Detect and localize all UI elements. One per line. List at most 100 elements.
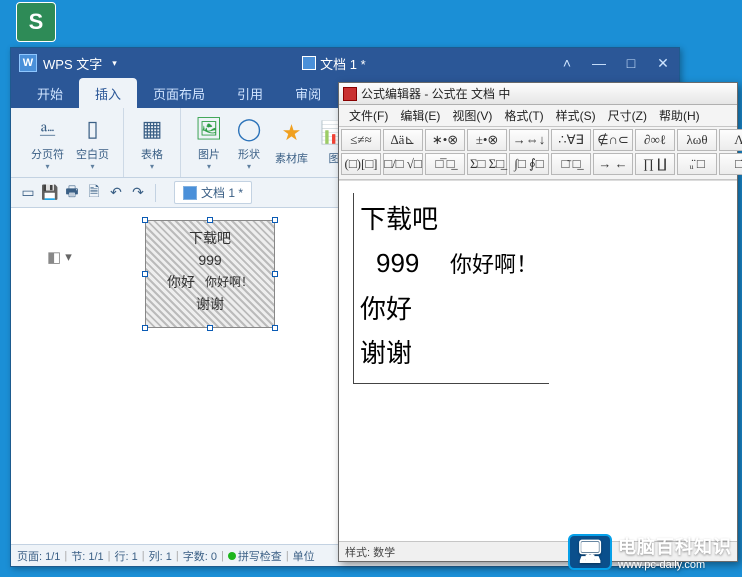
template-btn-sum[interactable]: Σ□ Σ□̲ [467,153,507,175]
shapes-icon: ◯ [235,115,263,143]
symbol-btn-spaces[interactable]: ∆ä⊾ [383,129,423,151]
template-btn-product[interactable]: ∏ ∐ [635,153,675,175]
menu-view[interactable]: 视图(V) [446,107,498,124]
status-line[interactable]: 行: 1 [115,548,138,564]
menu-style[interactable]: 样式(S) [550,107,602,124]
object-line2: 999 [146,249,274,271]
watermark-badge-icon: 🖥 [568,534,612,570]
template-btn-fraction[interactable]: □/□ √□ [383,153,423,175]
minimize-button[interactable]: — [583,48,615,78]
eq-line2-right: 你好啊！ [450,243,538,287]
symbol-btn-greek-lower[interactable]: λωθ [677,129,717,151]
ribbon-label: 素材库 [275,150,308,166]
save-button[interactable]: 💾 [41,184,59,202]
print-button[interactable]: 🖶 [63,184,81,202]
wps-app-menu-button[interactable]: W WPS 文字 ▾ [11,54,117,73]
document-tab[interactable]: 文档 1 * [174,181,252,204]
status-section[interactable]: 节: 1/1 [71,548,103,564]
template-btn-matrix[interactable]: ᵤ̈ □ [677,153,717,175]
wps-titlebar[interactable]: W WPS 文字 ▾ 文档 1 * ˄ — □ ✕ [11,48,679,78]
symbol-btn-arrows[interactable]: →⇔↓ [509,129,549,151]
eq-line4: 谢谢 [360,331,543,375]
status-unit[interactable]: 单位 [293,548,315,564]
symbol-btn-greek-upper[interactable]: Λ [719,129,742,151]
status-page[interactable]: 页面: 1/1 [17,548,60,564]
chevron-down-icon: ▾ [195,162,223,171]
undo-button[interactable]: ↶ [107,184,125,202]
close-button[interactable]: ✕ [647,48,679,78]
resize-handle-sw[interactable] [142,325,148,331]
document-icon [183,186,197,200]
symbol-btn-operators[interactable]: ±•⊗ [467,129,507,151]
menu-file[interactable]: 文件(F) [343,107,394,124]
watermark-url: www.pc-daily.com [618,559,732,571]
ribbon-label: 空白页 [76,146,109,162]
equation-object-content: 下载吧 999 你好 你好啊！ 谢谢 [146,221,274,315]
menu-format[interactable]: 格式(T) [498,107,549,124]
navigation-pane-toggle[interactable]: ◧ ▾ [47,248,72,266]
chevron-down-icon: ▾ [31,162,64,171]
menu-size[interactable]: 尺寸(Z) [602,107,653,124]
wps-title-document: 文档 1 * [117,54,551,73]
tab-insert[interactable]: 插入 [79,78,137,108]
picture-icon: 🖼 [195,115,223,143]
menu-help[interactable]: 帮助(H) [653,107,706,124]
resize-handle-s[interactable] [207,325,213,331]
maximize-button[interactable]: □ [615,48,647,78]
shapes-button[interactable]: ◯ 形状 ▾ [229,113,269,173]
status-words[interactable]: 字数: 0 [183,548,217,564]
tab-start[interactable]: 开始 [21,78,79,108]
redo-button[interactable]: ↷ [129,184,147,202]
site-watermark: 🖥 电脑百科知识 www.pc-daily.com [568,533,732,571]
picture-button[interactable]: 🖼 图片 ▾ [189,113,229,173]
ribbon-label: 分页符 [31,146,64,162]
new-button[interactable]: ▭ [19,184,37,202]
ribbon-collapse-button[interactable]: ˄ [551,48,583,78]
template-btn-subscript[interactable]: □̅ □̲ [425,153,465,175]
page-break-icon: ⎁ [34,115,62,143]
chevron-down-icon: ▾ [76,162,109,171]
equation-object[interactable]: 下载吧 999 你好 你好啊！ 谢谢 [145,220,275,328]
table-button[interactable]: ▦ 表格 ▾ [132,113,172,173]
object-line4: 谢谢 [146,293,274,315]
blank-page-button[interactable]: ▯ 空白页 ▾ [70,113,115,173]
status-spellcheck[interactable]: 拼写检查 [228,548,282,564]
wps-logo-icon: W [19,54,37,72]
chevron-down-icon: ▾ [65,249,72,265]
equation-content[interactable]: 下载吧 999 你好啊！ 你好 谢谢 [353,193,549,384]
wps-document-title: 文档 1 * [320,54,366,73]
document-tab-label: 文档 1 * [201,184,243,201]
print-preview-button[interactable]: 🗎 [85,184,103,202]
tab-references[interactable]: 引用 [221,78,279,108]
template-btn-labeled-arrow[interactable]: → ← [593,153,633,175]
template-btn-fences[interactable]: (□)[□] [341,153,381,175]
symbol-btn-logical[interactable]: ∴∀∃ [551,129,591,151]
resources-button[interactable]: ★ 素材库 [269,117,314,168]
status-col[interactable]: 列: 1 [149,548,172,564]
equation-editor-icon [343,87,357,101]
tab-page-layout[interactable]: 页面布局 [137,78,221,108]
symbol-btn-misc[interactable]: ∂∞ℓ [635,129,675,151]
template-btn-integral[interactable]: ∫□ ∮□ [509,153,549,175]
separator [155,184,156,202]
object-line1: 下载吧 [146,227,274,249]
check-icon [228,552,236,560]
equation-editor-window: 公式编辑器 - 公式在 文档 中 文件(F) 编辑(E) 视图(V) 格式(T)… [338,82,738,562]
ribbon-label: 形状 [235,146,263,162]
symbol-btn-set[interactable]: ∉∩⊂ [593,129,633,151]
template-btn-overbar[interactable]: □̄ □̲ [551,153,591,175]
equation-menu-bar: 文件(F) 编辑(E) 视图(V) 格式(T) 样式(S) 尺寸(Z) 帮助(H… [339,105,737,127]
page-break-button[interactable]: ⎁ 分页符 ▾ [25,113,70,173]
chevron-down-icon: ▾ [235,162,263,171]
equation-edit-area[interactable]: 下载吧 999 你好啊！ 你好 谢谢 [339,180,737,541]
symbol-btn-embellish[interactable]: ∗•⊗ [425,129,465,151]
eq-line2-left: 999 [360,241,450,285]
blank-page-icon: ▯ [79,115,107,143]
resize-handle-se[interactable] [272,325,278,331]
template-btn-boxes[interactable]: □̈ [719,153,742,175]
equation-editor-titlebar[interactable]: 公式编辑器 - 公式在 文档 中 [339,83,737,105]
menu-edit[interactable]: 编辑(E) [394,107,446,124]
symbol-btn-relational[interactable]: ≤≠≈ [341,129,381,151]
tab-review[interactable]: 审阅 [279,78,337,108]
table-icon: ▦ [138,115,166,143]
